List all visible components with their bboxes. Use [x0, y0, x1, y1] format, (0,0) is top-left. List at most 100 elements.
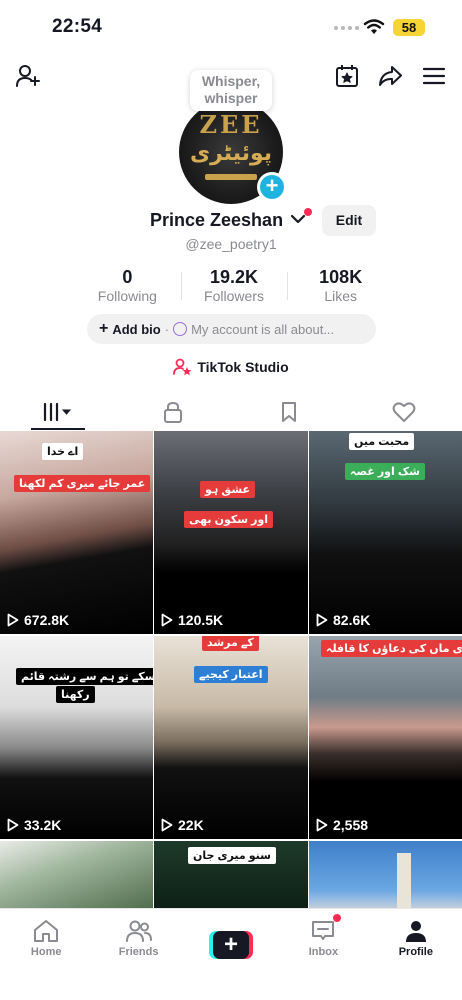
profile-tabs — [0, 394, 462, 430]
play-icon — [161, 818, 173, 832]
view-count: 672.8K — [7, 612, 69, 628]
video-tile[interactable]: عشق ہو اور سکون بھی 120.5K — [154, 431, 308, 634]
play-icon — [316, 818, 328, 832]
video-caption: عشق ہو — [200, 481, 256, 498]
studio-label: TikTok Studio — [197, 359, 289, 375]
video-tile[interactable]: کے مرشد اعتبار کیجیے 22K — [154, 636, 308, 839]
add-bio-icon: + — [99, 320, 109, 337]
name-row: Prince Zeeshan — [0, 208, 462, 234]
wifi-icon — [363, 19, 385, 34]
view-count-text: 2,558 — [333, 817, 369, 833]
inbox-icon — [312, 921, 335, 940]
friends-icon — [125, 920, 152, 942]
profile-icon — [405, 921, 426, 942]
view-count-text: 672.8K — [24, 612, 70, 628]
separator-dot: · — [164, 321, 170, 337]
video-caption: اے خدا — [42, 443, 84, 460]
video-tile[interactable]: میری ماں کی دعاؤں کا قافلہ 2,558 — [309, 636, 462, 839]
nav-create[interactable]: + — [185, 909, 277, 1000]
calendar-star-icon[interactable] — [333, 62, 361, 90]
share-icon[interactable] — [376, 62, 404, 90]
stat-label: Following — [97, 288, 157, 304]
video-caption: عمر جائے میری کم لکھنا — [14, 475, 151, 492]
videos-grid-icon — [43, 402, 71, 422]
studio-icon — [173, 358, 192, 376]
video-grid: اے خدا عمر جائے میری کم لکھنا 672.8K عشق… — [0, 431, 462, 911]
video-caption: ہوسکے تو ہم سے رشتہ قائم — [16, 668, 153, 685]
profile-name[interactable]: Prince Zeeshan — [150, 210, 283, 231]
avatar[interactable]: ZEE پوئیٹری + — [179, 100, 287, 204]
view-count: 2,558 — [316, 817, 368, 833]
status-bar: 22:54 58 — [0, 0, 462, 56]
heart-icon — [392, 402, 416, 422]
battery-indicator: 58 — [393, 19, 425, 36]
inbox-notification-dot — [333, 914, 342, 922]
play-icon — [7, 613, 19, 627]
tab-liked[interactable] — [347, 394, 462, 430]
avatar-logo-text: ZEE — [199, 110, 263, 139]
video-tile[interactable]: سنو میری جان — [154, 841, 308, 911]
edit-profile-button[interactable]: Edit — [322, 205, 376, 236]
nav-inbox[interactable]: Inbox — [277, 909, 369, 1000]
avatar-logo-urdu: پوئیٹری — [189, 140, 273, 165]
stat-followers[interactable]: 19.2K Followers — [180, 266, 288, 306]
bookmark-icon — [281, 402, 296, 422]
stat-value: 19.2K — [209, 267, 259, 287]
minaret-shape — [397, 853, 411, 911]
stat-value: 108K — [319, 267, 363, 287]
bottom-nav: Home Friends + Inbox Profile — [0, 908, 462, 1000]
stat-label: Likes — [324, 288, 358, 304]
avatar-logo-bar — [205, 174, 257, 180]
video-tile[interactable] — [0, 841, 153, 911]
video-caption: اعتبار کیجیے — [194, 666, 268, 683]
nav-label: Inbox — [308, 946, 339, 958]
bio-bar[interactable]: + Add bio · My account is all about... — [87, 314, 376, 344]
video-caption: شک اور غصہ — [345, 463, 425, 480]
tab-saved[interactable] — [231, 394, 347, 430]
video-caption: محبت میں — [349, 433, 415, 450]
add-friend-icon[interactable] — [14, 62, 42, 90]
video-tile[interactable]: ہوسکے تو ہم سے رشتہ قائم رکھنا 33.2K — [0, 636, 153, 839]
profile-handle: @zee_poetry1 — [185, 236, 277, 252]
play-icon — [7, 818, 19, 832]
nav-label: Home — [30, 946, 62, 958]
stat-value: 0 — [122, 267, 133, 287]
stat-likes[interactable]: 108K Likes — [287, 266, 394, 306]
play-icon — [161, 613, 173, 627]
stat-following[interactable]: 0 Following — [74, 266, 181, 306]
video-tile[interactable]: اے خدا عمر جائے میری کم لکھنا 672.8K — [0, 431, 153, 634]
menu-icon[interactable] — [420, 62, 448, 90]
add-story-button[interactable]: + — [257, 172, 287, 202]
plus-icon: + — [213, 931, 250, 959]
note-bubble[interactable]: Whisper, whisper — [190, 70, 272, 111]
video-caption: سنو میری جان — [188, 847, 276, 864]
view-count: 120.5K — [161, 612, 223, 628]
nav-friends[interactable]: Friends — [92, 909, 184, 1000]
view-count: 33.2K — [7, 817, 61, 833]
view-count: 22K — [161, 817, 204, 833]
video-caption: کے مرشد — [202, 636, 259, 651]
tab-private[interactable] — [116, 394, 232, 430]
video-caption: میری ماں کی دعاؤں کا قافلہ — [321, 640, 462, 657]
video-caption: رکھنا — [56, 686, 95, 703]
tab-videos[interactable] — [0, 394, 116, 430]
status-time: 22:54 — [52, 16, 103, 37]
create-button[interactable]: + — [209, 931, 254, 959]
nav-home[interactable]: Home — [0, 909, 92, 1000]
view-count-text: 33.2K — [24, 817, 62, 833]
video-tile[interactable]: محبت میں شک اور غصہ 82.6K — [309, 431, 462, 634]
play-icon — [316, 613, 328, 627]
signal-icon — [334, 26, 359, 30]
video-tile[interactable] — [309, 841, 462, 911]
add-bio-button[interactable]: Add bio — [112, 322, 160, 337]
view-count-text: 22K — [178, 817, 204, 833]
stat-label: Followers — [204, 288, 264, 304]
nav-label: Friends — [118, 946, 159, 958]
tiktok-studio-link[interactable]: TikTok Studio — [0, 358, 462, 376]
bio-hint: My account is all about... — [191, 321, 335, 337]
home-icon — [34, 920, 59, 942]
profile-stats: 0 Following 19.2K Followers 108K Likes — [74, 266, 394, 306]
smile-icon — [173, 322, 188, 336]
video-caption: اور سکون بھی — [184, 511, 274, 528]
nav-profile[interactable]: Profile — [370, 909, 462, 1000]
